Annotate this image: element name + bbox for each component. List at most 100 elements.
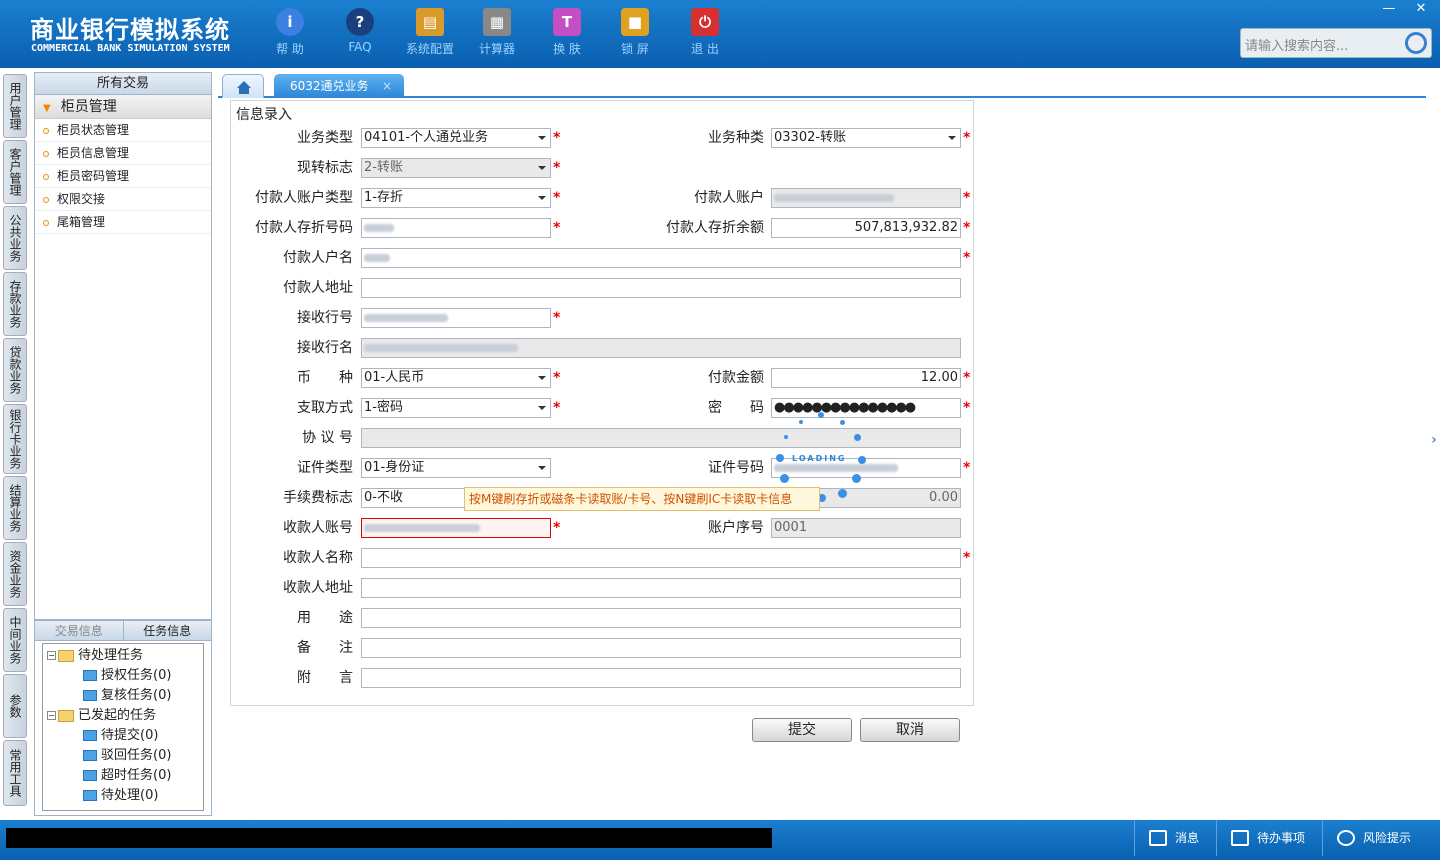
biz-type-select[interactable]: 04101-个人通兑业务 (361, 128, 551, 148)
vertical-nav: 用户管理 客户管理 公共业务 存款业务 贷款业务 银行卡业务 结算业务 资金业务… (0, 68, 30, 820)
vnav-tab-deposit[interactable]: 存款业务 (3, 272, 27, 336)
vnav-tab-customer-mgmt[interactable]: 客户管理 (3, 140, 27, 204)
required-mark: * (963, 550, 971, 566)
bullet-icon (43, 150, 49, 157)
required-mark: * (963, 190, 971, 206)
skin-button[interactable]: T换 肤 (537, 8, 597, 57)
payer-balance-field[interactable]: 507,813,932.82 (771, 218, 961, 238)
app-header: 商业银行模拟系统 COMMERCIAL BANK SIMULATION SYST… (0, 0, 1440, 68)
currency-select[interactable]: 01-人民币 (361, 368, 551, 388)
home-icon[interactable] (222, 74, 264, 98)
vnav-tab-parameters[interactable]: 参数 (3, 674, 27, 738)
required-mark: * (963, 370, 971, 386)
payee-addr-field[interactable] (361, 578, 961, 598)
vnav-tab-settlement[interactable]: 结算业务 (3, 476, 27, 540)
folder-blue-icon (83, 790, 97, 801)
required-mark: * (553, 520, 561, 536)
app-title: 商业银行模拟系统 (30, 16, 230, 44)
password-field[interactable]: ●●●●●●●●●●●●●●● (771, 398, 961, 418)
search-icon[interactable] (1405, 32, 1427, 54)
submit-button[interactable]: 提交 (752, 718, 852, 742)
vnav-tab-bank-card[interactable]: 银行卡业务 (3, 404, 27, 474)
withdraw-mode-select[interactable]: 1-密码 (361, 398, 551, 418)
close-window-button[interactable]: ✕ (1406, 0, 1436, 18)
tree-leaf[interactable]: 超时任务(0) (47, 766, 199, 786)
bullet-icon (43, 196, 49, 203)
tree-leaf[interactable]: 驳回任务(0) (47, 746, 199, 766)
payer-addr-field[interactable] (361, 278, 961, 298)
payee-name-field[interactable] (361, 548, 961, 568)
messages-button[interactable]: 消息 (1134, 820, 1216, 856)
vnav-tab-public-business[interactable]: 公共业务 (3, 206, 27, 270)
minimize-button[interactable]: — (1374, 0, 1404, 18)
id-type-select[interactable]: 01-身份证 (361, 458, 551, 478)
seq-no-field[interactable]: 0001 (771, 518, 961, 538)
required-mark: * (963, 250, 971, 266)
recv-bank-name-field[interactable] (361, 338, 961, 358)
loading-text: LOADING (792, 454, 847, 463)
close-icon[interactable]: × (382, 74, 392, 98)
vnav-tab-funds[interactable]: 资金业务 (3, 542, 27, 606)
vnav-tab-loan[interactable]: 贷款业务 (3, 338, 27, 402)
required-mark: * (553, 310, 561, 326)
payer-name-field[interactable] (361, 248, 961, 268)
todo-button[interactable]: 待办事项 (1216, 820, 1322, 856)
remark-field[interactable] (361, 638, 961, 658)
tree-leaf[interactable]: 复核任务(0) (47, 686, 199, 706)
label-password: 密 码 (708, 400, 764, 416)
cash-flag-select[interactable]: 2-转账 (361, 158, 551, 178)
collapse-icon[interactable]: − (47, 651, 56, 660)
chat-bubble-icon (1337, 830, 1355, 846)
sidebar-header[interactable]: 所有交易 (35, 73, 211, 95)
payer-acct-type-select[interactable]: 1-存折 (361, 188, 551, 208)
faq-button[interactable]: ? FAQ (330, 8, 390, 54)
system-config-button[interactable]: ▤ 系统配置 (400, 8, 460, 57)
tab-6032[interactable]: 6032通兑业务 × (274, 74, 404, 98)
label-payer-book-no: 付款人存折号码 (255, 220, 353, 236)
tab-transaction-info[interactable]: 交易信息 (35, 621, 123, 640)
exit-button[interactable]: ⏻ 退 出 (675, 8, 735, 57)
cancel-button[interactable]: 取消 (860, 718, 960, 742)
required-mark: * (553, 370, 561, 386)
redacted-value (364, 344, 518, 352)
sidebar-item[interactable]: 柜员密码管理 (35, 165, 211, 188)
help-button[interactable]: i帮 助 (260, 8, 320, 57)
label-currency: 币 种 (297, 370, 353, 386)
biz-kind-select[interactable]: 03302-转账 (771, 128, 961, 148)
label-payee-name: 收款人名称 (283, 550, 353, 566)
tree-leaf[interactable]: 待处理(0) (47, 786, 199, 806)
purpose-field[interactable] (361, 608, 961, 628)
sidebar-item[interactable]: 尾箱管理 (35, 211, 211, 234)
vnav-tab-user-mgmt[interactable]: 用户管理 (3, 74, 27, 138)
tree-node-pending[interactable]: − 待处理任务 (47, 646, 199, 666)
recv-bank-no-field[interactable] (361, 308, 551, 328)
sidebar-item[interactable]: 权限交接 (35, 188, 211, 211)
required-mark: * (553, 190, 561, 206)
sidebar-item[interactable]: 柜员信息管理 (35, 142, 211, 165)
lock-screen-button[interactable]: ■ 锁 屏 (605, 8, 665, 57)
tree-leaf[interactable]: 授权任务(0) (47, 666, 199, 686)
calculator-button[interactable]: ▦ 计算器 (467, 8, 527, 57)
tab-task-info[interactable]: 任务信息 (122, 621, 212, 640)
label-payer-acct-type: 付款人账户类型 (255, 190, 353, 206)
payer-book-no-field[interactable] (361, 218, 551, 238)
postscript-field[interactable] (361, 668, 961, 688)
bullet-icon (43, 219, 49, 226)
payer-acct-field[interactable] (771, 188, 961, 208)
vnav-tab-tools[interactable]: 常用工具 (3, 740, 27, 806)
required-mark: * (553, 160, 561, 176)
pay-amount-field[interactable]: 12.00 (771, 368, 961, 388)
chevron-right-icon[interactable]: › (1428, 420, 1440, 460)
agreement-no-field[interactable] (361, 428, 961, 448)
collapse-icon[interactable]: − (47, 711, 56, 720)
risk-alert-button[interactable]: 风险提示 (1322, 820, 1440, 856)
tree-leaf[interactable]: 待提交(0) (47, 726, 199, 746)
sidebar-item[interactable]: 柜员状态管理 (35, 119, 211, 142)
tree-node-initiated[interactable]: − 已发起的任务 (47, 706, 199, 726)
redacted-value (364, 314, 448, 322)
search-input[interactable]: 请输入搜索内容... (1240, 28, 1432, 58)
payee-acct-field[interactable] (361, 518, 551, 538)
sidebar-group-teller[interactable]: ▼ 柜员管理 (35, 95, 211, 119)
label-seq-no: 账户序号 (708, 520, 764, 536)
vnav-tab-intermediary[interactable]: 中间业务 (3, 608, 27, 672)
